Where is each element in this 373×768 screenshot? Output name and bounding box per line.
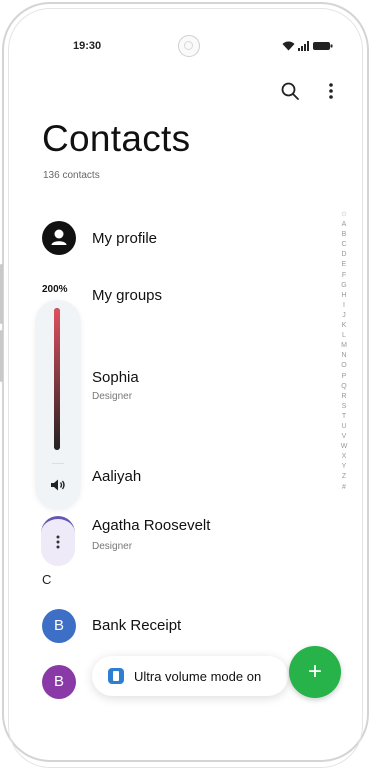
- index-letter[interactable]: F: [338, 271, 350, 281]
- contact-avatar[interactable]: B: [42, 609, 76, 643]
- index-letter[interactable]: H: [338, 291, 350, 301]
- side-button: [0, 330, 3, 382]
- index-letter[interactable]: U: [338, 422, 350, 432]
- divider: [52, 463, 64, 464]
- index-letter[interactable]: R: [338, 392, 350, 402]
- contact-name[interactable]: Bank Receipt: [92, 617, 181, 634]
- index-letter[interactable]: I: [338, 301, 350, 311]
- add-contact-button[interactable]: +: [289, 646, 341, 698]
- volume-slider[interactable]: [54, 308, 60, 450]
- alphabet-index[interactable]: ☆ A B C D E F G H I J K L M N O P Q R S T U V W X Y Z #: [338, 210, 350, 493]
- index-letter[interactable]: L: [338, 331, 350, 341]
- index-letter[interactable]: C: [338, 240, 350, 250]
- phone-icon: [108, 668, 124, 684]
- front-camera: [178, 35, 200, 57]
- contact-name[interactable]: Agatha Roosevelt: [92, 517, 210, 534]
- index-letter[interactable]: N: [338, 351, 350, 361]
- index-letter[interactable]: G: [338, 281, 350, 291]
- wifi-icon: [282, 41, 295, 51]
- index-letter[interactable]: X: [338, 452, 350, 462]
- status-icons: [282, 41, 333, 51]
- index-letter[interactable]: Q: [338, 382, 350, 392]
- volume-percent: 200%: [42, 284, 68, 295]
- search-icon[interactable]: [279, 80, 301, 102]
- index-letter[interactable]: K: [338, 321, 350, 331]
- index-letter[interactable]: A: [338, 220, 350, 230]
- more-vertical-icon[interactable]: [320, 80, 342, 102]
- my-groups-label[interactable]: My groups: [92, 287, 162, 304]
- toast-message: Ultra volume mode on: [134, 669, 262, 684]
- index-letter[interactable]: P: [338, 372, 350, 382]
- index-letter[interactable]: #: [338, 483, 350, 493]
- contact-subtitle: Designer: [92, 391, 133, 402]
- contact-subtitle: Designer: [92, 541, 133, 552]
- contacts-count: 136 contacts: [43, 170, 100, 181]
- index-letter[interactable]: Y: [338, 462, 350, 472]
- contact-name[interactable]: Sophia: [92, 369, 139, 386]
- page-title: Contacts: [42, 118, 191, 159]
- person-icon: [51, 229, 67, 245]
- index-letter[interactable]: J: [338, 311, 350, 321]
- index-letter[interactable]: S: [338, 402, 350, 412]
- more-vertical-icon[interactable]: [51, 534, 65, 554]
- index-letter[interactable]: Z: [338, 472, 350, 482]
- battery-icon: [313, 42, 333, 50]
- status-time: 19:30: [73, 40, 102, 52]
- index-letter[interactable]: V: [338, 432, 350, 442]
- contact-avatar[interactable]: B: [42, 665, 76, 699]
- my-profile-label[interactable]: My profile: [92, 230, 157, 247]
- index-letter[interactable]: M: [338, 341, 350, 351]
- volume-fill: [54, 308, 60, 450]
- index-letter[interactable]: B: [338, 230, 350, 240]
- index-letter[interactable]: W: [338, 442, 350, 452]
- contact-name[interactable]: Aaliyah: [92, 468, 141, 485]
- speaker-icon[interactable]: [48, 478, 68, 496]
- index-letter[interactable]: E: [338, 260, 350, 270]
- index-letter[interactable]: O: [338, 361, 350, 371]
- profile-avatar[interactable]: [42, 221, 76, 255]
- index-letter[interactable]: T: [338, 412, 350, 422]
- index-letter[interactable]: ☆: [338, 210, 350, 220]
- side-button: [0, 264, 3, 324]
- signal-icon: [298, 41, 309, 51]
- index-letter[interactable]: D: [338, 250, 350, 260]
- section-header: C: [42, 572, 52, 587]
